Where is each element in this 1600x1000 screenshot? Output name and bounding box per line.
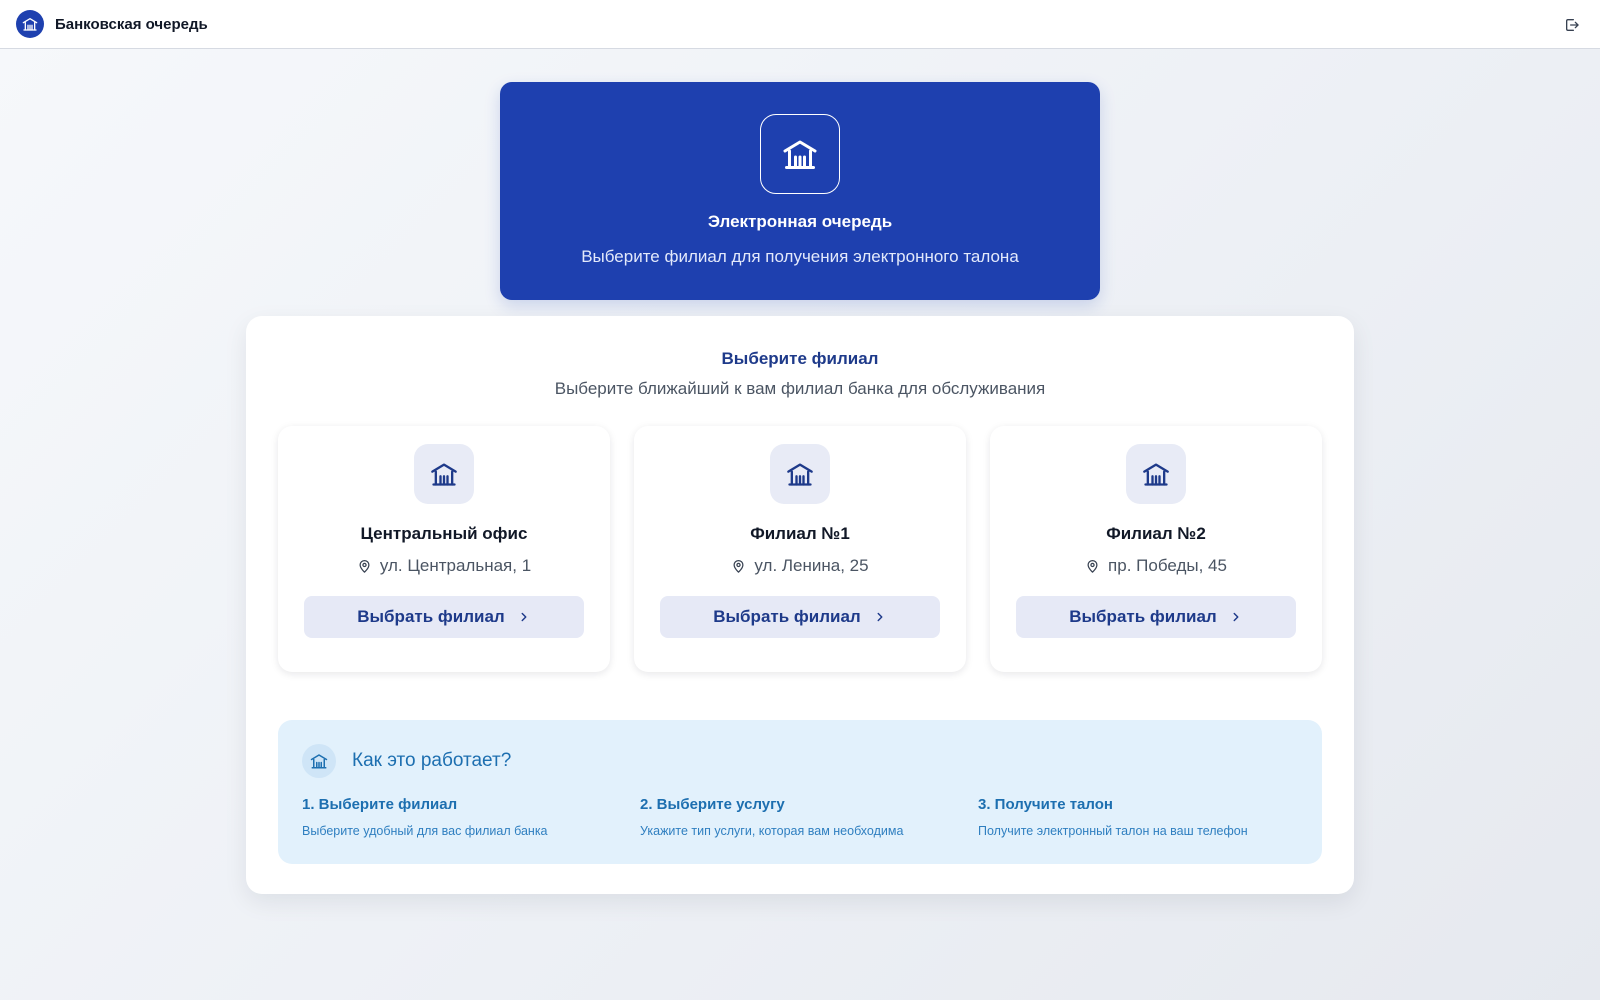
- how-step-3: 3. Получите талон Получите электронный т…: [978, 796, 1298, 838]
- branch-address: ул. Ленина, 25: [731, 556, 869, 576]
- branch-address-text: ул. Центральная, 1: [379, 556, 532, 575]
- chevron-right-icon: [877, 612, 883, 622]
- hero-banner: Электронная очередь Выберите филиал для …: [500, 82, 1100, 300]
- branch-card-1: Филиал №1 ул. Ленина, 25 Выбрать филиал: [634, 426, 966, 672]
- step-text: Получите электронный талон на ваш телефо…: [978, 824, 1248, 838]
- branch-address: пр. Победы, 45: [1085, 556, 1227, 576]
- branch-name: Филиал №1: [750, 524, 850, 543]
- step-text: Укажите тип услуги, которая вам необходи…: [640, 824, 904, 838]
- branch-address: ул. Центральная, 1: [357, 556, 531, 576]
- how-step-1: 1. Выберите филиал Выберите удобный для …: [302, 796, 622, 838]
- bank-icon: [760, 114, 840, 194]
- chevron-right-icon: [521, 612, 527, 622]
- bank-icon: [414, 444, 474, 504]
- how-it-works-title: Как это работает?: [352, 750, 512, 771]
- select-branch-label: Выбрать филиал: [713, 607, 861, 626]
- bank-logo-icon: [16, 10, 44, 38]
- top-bar: Банковская очередь: [0, 0, 1600, 49]
- select-branch-button[interactable]: Выбрать филиал: [1016, 596, 1296, 638]
- branch-address-text: ул. Ленина, 25: [754, 556, 869, 575]
- step-title: 1. Выберите филиал: [302, 796, 458, 813]
- select-branch-button[interactable]: Выбрать филиал: [304, 596, 584, 638]
- branch-address-text: пр. Победы, 45: [1108, 556, 1227, 575]
- map-pin-icon: [359, 559, 370, 573]
- bank-icon: [302, 744, 336, 778]
- map-pin-icon: [733, 559, 744, 573]
- branch-card-2: Филиал №2 пр. Победы, 45 Выбрать филиал: [990, 426, 1322, 672]
- hero-title: Электронная очередь: [707, 212, 893, 231]
- branch-selection-card: Выберите филиал Выберите ближайший к вам…: [246, 316, 1354, 894]
- select-branch-label: Выбрать филиал: [357, 607, 505, 626]
- app-title: Банковская очередь: [55, 15, 208, 33]
- bank-icon: [1126, 444, 1186, 504]
- step-text: Выберите удобный для вас филиал банка: [302, 824, 548, 838]
- step-title: 3. Получите талон: [978, 796, 1113, 813]
- branch-name: Центральный офис: [360, 524, 528, 543]
- branch-name: Филиал №2: [1106, 524, 1206, 543]
- how-step-2: 2. Выберите услугу Укажите тип услуги, к…: [640, 796, 960, 838]
- select-branch-label: Выбрать филиал: [1069, 607, 1217, 626]
- section-title: Выберите филиал: [721, 349, 879, 368]
- section-subtitle: Выберите ближайший к вам филиал банка дл…: [554, 379, 1046, 398]
- chevron-right-icon: [1233, 612, 1239, 622]
- map-pin-icon: [1087, 559, 1098, 573]
- bank-icon: [770, 444, 830, 504]
- how-it-works-panel: Как это работает? 1. Выберите филиал Выб…: [278, 720, 1322, 864]
- branch-card-central: Центральный офис ул. Центральная, 1 Выбр…: [278, 426, 610, 672]
- step-title: 2. Выберите услугу: [640, 796, 785, 813]
- hero-subtitle: Выберите филиал для получения электронно…: [581, 247, 1019, 266]
- select-branch-button[interactable]: Выбрать филиал: [660, 596, 940, 638]
- logout-icon[interactable]: [1562, 15, 1582, 35]
